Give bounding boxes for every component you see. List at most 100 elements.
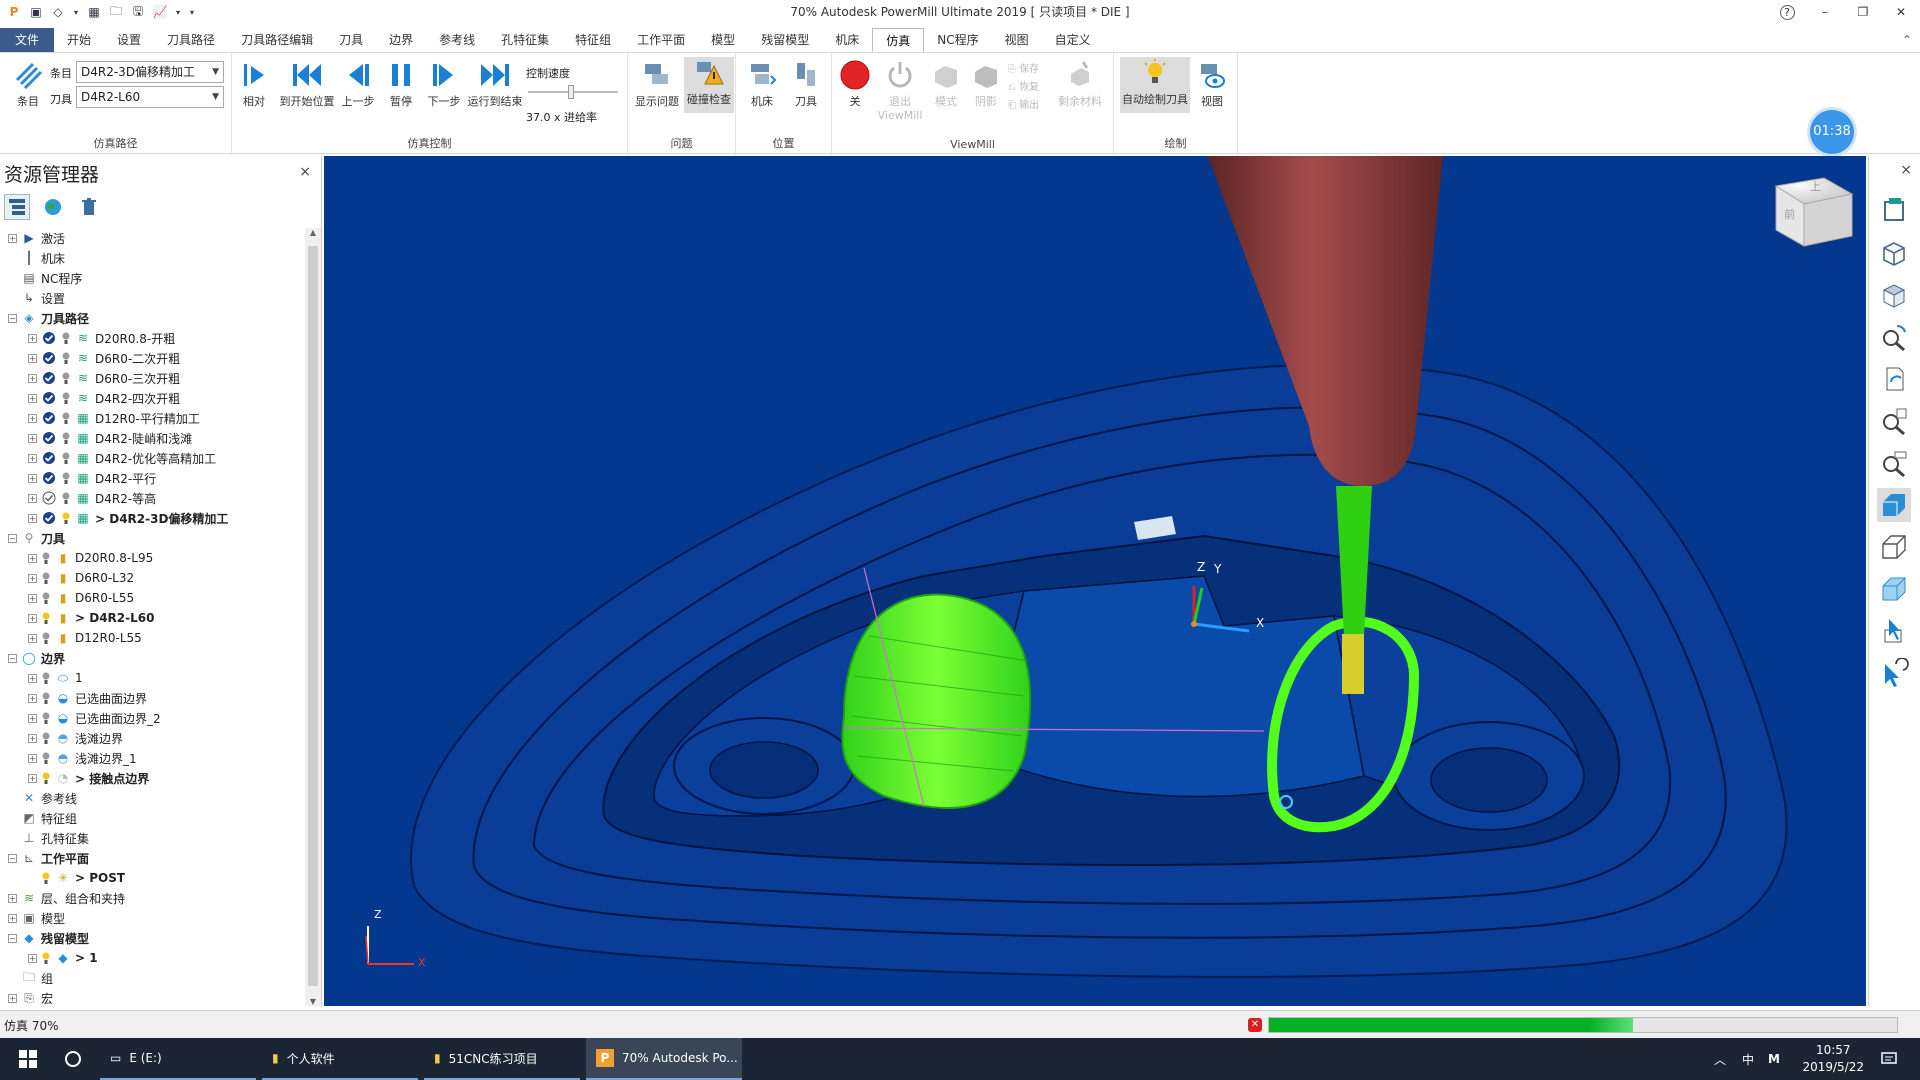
tree-view-icon[interactable] [4, 194, 30, 220]
speed-slider[interactable] [528, 85, 618, 99]
to-start-button[interactable]: 到开始位置 [278, 59, 336, 109]
exit-viewmill-button[interactable]: 退出 ViewMill [876, 59, 924, 122]
close-button[interactable]: ✕ [1882, 0, 1920, 24]
view-iso-icon[interactable] [1877, 278, 1911, 312]
visibility-bulb-icon[interactable] [61, 450, 71, 466]
visibility-bulb-icon[interactable] [61, 490, 71, 506]
tree-item[interactable]: ⊥ 孔特征集 [8, 828, 89, 848]
visibility-bulb-icon[interactable] [41, 690, 51, 706]
graphics-viewport[interactable]: Z Y X Z X 上 前 [324, 156, 1866, 1006]
minimize-button[interactable]: – [1806, 0, 1844, 24]
visibility-bulb-icon[interactable] [61, 410, 71, 426]
checked-icon[interactable] [41, 410, 57, 426]
explorer-close-button[interactable]: × [299, 164, 311, 180]
tree-item[interactable]: + ◓ 浅滩边界 [28, 728, 123, 748]
customize-qat-icon[interactable]: ▾ [188, 4, 196, 20]
tool-select[interactable]: D4R2-L60 ▼ [76, 86, 224, 108]
shaded-view-icon[interactable] [1877, 488, 1911, 522]
checked-icon[interactable] [41, 450, 57, 466]
graph-icon[interactable]: 📈 [152, 4, 168, 20]
step-back-button[interactable]: 上一步 [336, 59, 380, 109]
globe-icon[interactable] [40, 194, 66, 220]
tree-item[interactable]: + ≋ D4R2-四次开粗 [28, 388, 180, 408]
expand-toggle-icon[interactable]: + [28, 413, 37, 423]
checked-icon[interactable] [41, 430, 57, 446]
chevron-down-icon[interactable]: ▾ [174, 4, 182, 20]
tab-hole-features[interactable]: 孔特征集 [488, 28, 562, 52]
tree-item[interactable]: 🗀 组 [8, 968, 53, 988]
expand-toggle-icon[interactable]: + [28, 953, 37, 963]
tree-item[interactable]: + ▦ D4R2-平行 [28, 468, 156, 488]
expand-toggle-icon[interactable]: + [8, 893, 17, 903]
expand-toggle-icon[interactable]: − [8, 933, 17, 943]
view-from-top-icon[interactable] [1877, 194, 1911, 228]
expand-toggle-icon[interactable]: + [8, 233, 17, 243]
tab-view[interactable]: 视图 [992, 28, 1042, 52]
windows-start-icon[interactable] [12, 1038, 44, 1080]
tree-item[interactable]: − ◆ 残留模型 [8, 928, 89, 948]
taskbar-app-folder-software[interactable]: ▮ 个人软件 [262, 1038, 418, 1080]
pause-button[interactable]: 暂停 [380, 59, 422, 109]
entity-select[interactable]: D4R2-3D偏移精加工 ▼ [76, 61, 224, 83]
rotate-zoom-icon[interactable] [1877, 320, 1911, 354]
tree-item[interactable]: + ≋ 层、组合和夹持 [8, 888, 125, 908]
tree-item[interactable]: + ▮ D12R0-L55 [28, 628, 142, 648]
tray-expand-icon[interactable]: ︿ [1714, 1038, 1726, 1080]
notification-icon[interactable] [1876, 1038, 1902, 1080]
timer-badge[interactable]: 01:38 [1810, 110, 1854, 154]
visibility-bulb-icon[interactable] [61, 430, 71, 446]
visibility-bulb-icon[interactable] [61, 510, 71, 526]
tab-file[interactable]: 文件 [0, 28, 55, 52]
cancel-progress-button[interactable]: ✕ [1248, 1018, 1262, 1032]
save-state-button[interactable]: ⎘ 保存 [1008, 61, 1039, 79]
relative-button[interactable]: 相对 [234, 59, 274, 109]
expand-toggle-icon[interactable]: + [28, 353, 37, 363]
expand-toggle-icon[interactable]: + [28, 673, 37, 683]
visibility-bulb-icon[interactable] [41, 870, 51, 886]
view-iso-wire-icon[interactable] [1877, 236, 1911, 270]
tab-feature-groups[interactable]: 特征组 [562, 28, 624, 52]
save-icon[interactable]: 🖫 [130, 4, 146, 20]
zoom-fit-icon[interactable] [1877, 404, 1911, 438]
tree-item[interactable]: + ▦ > D4R2-3D偏移精加工 [28, 508, 228, 528]
collision-check-button[interactable]: 碰撞检查 [684, 57, 734, 113]
tree-item[interactable]: + ◓ 浅滩边界_1 [28, 748, 137, 768]
tree-item[interactable]: + ▦ D4R2-等高 [28, 488, 156, 508]
visibility-bulb-icon[interactable] [41, 750, 51, 766]
open-folder-icon[interactable]: 🗀 [108, 4, 124, 20]
mode-button[interactable]: 模式 [926, 59, 966, 109]
visibility-bulb-icon[interactable] [41, 710, 51, 726]
explorer-scrollbar[interactable]: ▲ ▼ [305, 228, 321, 1006]
visibility-bulb-icon[interactable] [61, 390, 71, 406]
tree-item[interactable]: + ⬭ 1 [28, 668, 83, 688]
tree-item[interactable]: + ◆ > 1 [28, 948, 98, 968]
restore-button[interactable]: ❐ [1844, 0, 1882, 24]
tree-item[interactable]: ✳ > POST [28, 868, 125, 888]
export-button[interactable]: ⎗ 输出 [1008, 97, 1039, 115]
transparent-view-icon[interactable] [1877, 572, 1911, 606]
select-undo-icon[interactable] [1877, 656, 1911, 690]
view-toolbar-close-button[interactable]: × [1900, 162, 1912, 178]
visibility-bulb-icon[interactable] [41, 570, 51, 586]
visibility-bulb-icon[interactable] [61, 470, 71, 486]
viewmill-off-button[interactable]: 关 [836, 59, 874, 109]
unchecked-icon[interactable] [41, 490, 57, 506]
restore-state-button[interactable]: ⎌ 恢复 [1008, 79, 1039, 97]
tree-item[interactable]: + ▦ D4R2-优化等高精加工 [28, 448, 216, 468]
expand-toggle-icon[interactable]: − [8, 653, 17, 663]
tree-item[interactable]: + ◒ 已选曲面边界_2 [28, 708, 161, 728]
new-project-icon[interactable]: ▣ [28, 4, 44, 20]
expand-toggle-icon[interactable]: + [28, 553, 37, 563]
checked-icon[interactable] [41, 470, 57, 486]
select-mode-icon[interactable] [1877, 614, 1911, 648]
tree-item[interactable]: + ▮ D6R0-L32 [28, 568, 134, 588]
tab-model[interactable]: 模型 [698, 28, 748, 52]
tree-item[interactable]: + ▣ 模型 [8, 908, 65, 928]
expand-toggle-icon[interactable]: + [28, 593, 37, 603]
tree-item[interactable]: ↳ 设置 [8, 288, 65, 308]
tree-item[interactable]: + ▮ D20R0.8-L95 [28, 548, 153, 568]
expand-toggle-icon[interactable]: − [8, 533, 17, 543]
tab-machine[interactable]: 机床 [822, 28, 872, 52]
expand-toggle-icon[interactable]: + [28, 753, 37, 763]
expand-toggle-icon[interactable]: + [8, 993, 17, 1003]
